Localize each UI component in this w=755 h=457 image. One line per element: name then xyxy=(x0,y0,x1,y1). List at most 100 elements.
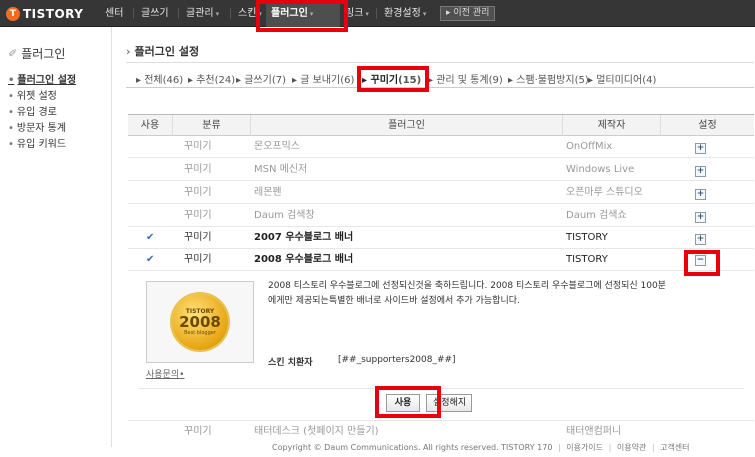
table-header: 사용 분류 플러그인 제작자 설정 xyxy=(128,114,754,136)
chevron-down-icon: ▾ xyxy=(215,10,220,18)
nav-settings[interactable]: 환경설정 ▾ xyxy=(379,0,431,27)
check-icon: ✔ xyxy=(146,232,155,243)
logo-text: TISTORY xyxy=(23,7,84,21)
sidebar: ✐ 플러그인 • 플러그인 설정 • 위젯 설정 • 유입 경로 • 방문자 통계 • 유… xyxy=(0,27,112,447)
sidebar-title-text: 플러그인 xyxy=(21,47,66,61)
nav-center[interactable]: 센터 xyxy=(100,0,128,27)
nav-label: 환경설정 xyxy=(384,8,421,19)
plugin-name-cell: MSN 메신저 xyxy=(254,164,308,175)
filter-count: (5) xyxy=(574,75,589,86)
plugin-thumbnail: TISTORY 2008 Best blogger xyxy=(146,281,254,363)
column-header-settings: 설정 xyxy=(660,115,754,136)
expand-button[interactable]: + xyxy=(695,189,706,200)
filter-multimedia[interactable]: ▸ 멀티미디어(4) xyxy=(588,71,656,86)
sidebar-item-keywords[interactable]: • 유입 키워드 xyxy=(8,135,66,150)
table-row[interactable]: 꾸미기 태터데스크 (첫페이지 만들기) 태터앤컴퍼니 xyxy=(128,421,754,443)
expand-button[interactable]: + xyxy=(695,143,706,154)
skin-substitute-label: 스킨 치환자 xyxy=(268,358,313,368)
table-row[interactable]: 꾸미기 MSN 메신저 Windows Live + xyxy=(128,159,754,181)
badge-sub-text: Best blogger xyxy=(184,330,216,336)
sidebar-item-plugin-settings[interactable]: • 플러그인 설정 xyxy=(8,71,76,86)
sidebar-item-widget-settings[interactable]: • 위젯 설정 xyxy=(8,87,57,102)
bullet-icon: • xyxy=(8,91,14,102)
plugin-name-cell: 2008 우수블로그 배너 xyxy=(254,254,354,265)
nav-label: 글관리 xyxy=(186,8,214,19)
sidebar-item-visitor-stats[interactable]: • 방문자 통계 xyxy=(8,119,66,134)
category-cell: 꾸미기 xyxy=(184,232,212,243)
support-link-label: 사용문의 xyxy=(146,370,180,380)
sidebar-item-label: 방문자 통계 xyxy=(16,123,67,134)
footer-link-support[interactable]: 고객센터 xyxy=(660,443,689,452)
highlight-box xyxy=(375,386,441,418)
sidebar-item-referrer[interactable]: • 유입 경로 xyxy=(8,103,57,118)
filter-spam-prevention[interactable]: ▸ 스팸·불펌방지(5) xyxy=(508,71,589,86)
check-icon: ✔ xyxy=(146,254,155,265)
category-cell: 꾸미기 xyxy=(184,426,212,437)
bullet-icon: • xyxy=(8,139,14,150)
old-admin-label: 이전 관리 xyxy=(453,8,490,18)
page-title: › 플러그인 설정 xyxy=(126,43,199,59)
copyright-text: Copyright © Daum Communications. All rig… xyxy=(272,443,553,452)
footer-link-guide[interactable]: 이용가이드 xyxy=(566,443,603,452)
nav-divider xyxy=(133,8,134,19)
table-row[interactable]: 꾸미기 Daum 검색창 Daum 검색쇼 + xyxy=(128,205,754,227)
footer-divider: | xyxy=(557,443,561,452)
bullet-icon: • xyxy=(8,123,14,134)
table-row[interactable]: 꾸미기 몬오프믹스 OnOffMix + xyxy=(128,136,754,158)
plugin-name-cell: 레몬펜 xyxy=(254,187,282,198)
nav-divider xyxy=(178,8,179,19)
expand-button[interactable]: + xyxy=(695,212,706,223)
top-navigation-bar: T TISTORY 센터 글쓰기 글관리 ▾ 스킨 ▾ 플러그인 ▾ 링크 ▾ 환경설정… xyxy=(0,0,755,27)
table-row[interactable]: ✔ 꾸미기 2007 우수블로그 배너 TISTORY + xyxy=(128,227,754,249)
filter-label: 관리 및 통계 xyxy=(436,75,489,86)
badge-year-text: 2008 xyxy=(179,313,221,331)
expand-button[interactable]: + xyxy=(695,234,706,245)
nav-label: 글쓰기 xyxy=(141,8,169,19)
filter-count: (9) xyxy=(488,75,503,86)
footer-divider: | xyxy=(651,443,655,452)
filter-manage-stats[interactable]: ▸ 관리 및 통계(9) xyxy=(428,71,503,86)
sidebar-item-label: 위젯 설정 xyxy=(16,91,57,102)
filter-send-post[interactable]: ▸ 글 보내기(6) xyxy=(292,71,354,86)
bullet-icon: • xyxy=(8,75,15,86)
category-cell: 꾸미기 xyxy=(184,187,212,198)
plugin-description: 2008 티스토리 우수블로그에 선정되신것을 축하드립니다. 2008 티스토… xyxy=(268,281,666,306)
bullet-icon: • xyxy=(8,107,14,118)
tistory-logo[interactable]: T TISTORY xyxy=(6,5,83,23)
filter-recommended[interactable]: ▸ 추천(24) xyxy=(188,71,235,86)
chevron-down-icon: ▾ xyxy=(422,10,427,18)
column-header-use: 사용 xyxy=(140,120,160,131)
nav-post-manage[interactable]: 글관리 ▾ xyxy=(181,0,224,27)
maker-cell: 오픈마루 스튜디오 xyxy=(566,187,643,198)
chevron-down-icon: ▾ xyxy=(365,10,369,18)
table-row[interactable]: 꾸미기 레몬펜 오픈마루 스튜디오 + xyxy=(128,182,754,204)
footer-link-terms[interactable]: 이용약관 xyxy=(617,443,646,452)
nav-write[interactable]: 글쓰기 xyxy=(136,0,174,27)
expand-button[interactable]: + xyxy=(695,166,706,177)
bullet-icon: • xyxy=(179,370,185,380)
filter-count: (6) xyxy=(340,75,355,86)
table-row-expanded[interactable]: ✔ 꾸미기 2008 우수블로그 배너 TISTORY − xyxy=(128,249,754,271)
category-filter-bar: ▸ 전체(46) ▸ 추천(24) ▸ 글쓰기(7) ▸ 글 보내기(6) ▸ … xyxy=(126,66,754,88)
maker-cell: TISTORY xyxy=(566,232,608,243)
highlight-box xyxy=(357,66,429,92)
footer: Copyright © Daum Communications. All rig… xyxy=(272,442,690,453)
maker-cell: 태터앤컴퍼니 xyxy=(566,426,622,437)
column-header-maker: 제작자 xyxy=(562,115,660,136)
maker-cell: Windows Live xyxy=(566,164,635,175)
arrow-right-icon: › xyxy=(126,45,131,58)
filter-all[interactable]: ▸ 전체(46) xyxy=(136,71,183,86)
footer-divider: | xyxy=(608,443,612,452)
filter-writing[interactable]: ▸ 글쓰기(7) xyxy=(236,71,286,86)
filter-label: 글 보내기 xyxy=(300,75,341,86)
filter-label: 추천 xyxy=(196,75,215,86)
plugin-name-cell: 2007 우수블로그 배너 xyxy=(254,232,354,243)
divider xyxy=(126,62,754,63)
old-admin-button[interactable]: ▸ 이전 관리 xyxy=(440,6,496,21)
nav-label: 센터 xyxy=(105,8,124,19)
plugin-name-cell: 몬오프믹스 xyxy=(254,141,300,152)
sidebar-item-label: 플러그인 설정 xyxy=(17,75,77,86)
arrow-right-icon: ▸ xyxy=(446,8,451,18)
filter-count: (4) xyxy=(642,75,657,86)
support-inquiry-link[interactable]: 사용문의• xyxy=(146,367,184,380)
